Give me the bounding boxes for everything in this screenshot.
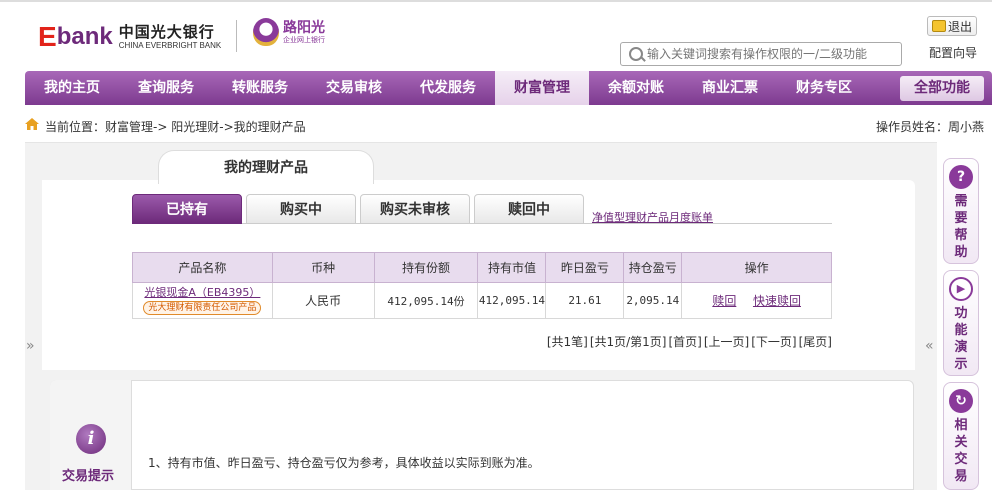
table-header-row: 产品名称 币种 持有份额 持有市值 昨日盈亏 持仓盈亏 操作 [132, 252, 832, 283]
col-position-pnl: 持仓盈亏 [623, 252, 683, 283]
product-issuer-badge: 光大理财有限责任公司产品 [143, 301, 262, 315]
search-input[interactable] [647, 47, 901, 61]
tab-redeeming[interactable]: 赎回中 [474, 194, 584, 224]
tab-purchasing[interactable]: 购买中 [246, 194, 356, 224]
bank-name-cn: 中国光大银行 [118, 23, 215, 41]
nav-item-query[interactable]: 查询服务 [119, 71, 213, 105]
col-product-name: 产品名称 [132, 252, 273, 283]
pager-next-button[interactable]: [下一页] [751, 333, 796, 350]
logout-icon [931, 20, 946, 32]
tab-holding[interactable]: 已持有 [132, 194, 242, 224]
nav-item-reconcile[interactable]: 余额对账 [589, 71, 683, 105]
operator-name: 周小燕 [947, 120, 984, 134]
search-box[interactable] [620, 42, 902, 66]
tips-label: 交易提示 [62, 469, 115, 484]
breadcrumb-separator: -> [219, 120, 234, 134]
sub-brand-logo: 路阳光 企业网上银行 [253, 18, 325, 46]
nav-item-wealth[interactable]: 财富管理 [495, 71, 589, 105]
bank-name-en: CHINA EVERBRIGHT BANK [118, 41, 222, 50]
cell-currency: 人民币 [271, 282, 375, 319]
sub-brand-text: 路阳光 企业网上银行 [283, 20, 325, 45]
pager-total: [共1笔] [546, 335, 588, 349]
side-panel: ? 需要帮助 ▶ 功能演示 ↻ 相关交易 [943, 150, 981, 490]
nav-item-transfer[interactable]: 转账服务 [213, 71, 307, 105]
header: E bank 中国光大银行 CHINA EVERBRIGHT BANK 路阳光 … [0, 0, 992, 70]
search-icon[interactable] [629, 47, 643, 61]
sub-brand-name: 路阳光 [283, 19, 325, 36]
help-button[interactable]: ? 需要帮助 [943, 158, 979, 264]
related-label: 相关交易 [954, 418, 968, 484]
play-icon: ▶ [949, 277, 973, 301]
col-market-value: 持有市值 [477, 252, 547, 283]
redeem-link[interactable]: 赎回 [712, 294, 736, 308]
tips-text: 1、持有市值、昨日盈亏、持仓盈亏仅为参考，具体收益以实际到账为准。 [148, 456, 540, 470]
pager-prev-button[interactable]: [上一页] [704, 333, 749, 350]
logo-bank-text: bank [56, 23, 113, 50]
logout-label: 退出 [947, 19, 972, 34]
breadcrumb-item-wealth[interactable]: 财富管理 [105, 120, 153, 134]
nav-item-payroll[interactable]: 代发服务 [401, 71, 495, 105]
breadcrumb-prefix: 当前位置： [45, 120, 106, 134]
operator-info: 操作员姓名：周小燕 [876, 118, 984, 135]
nav-item-bills[interactable]: 商业汇票 [683, 71, 777, 105]
page-title: 我的理财产品 [158, 150, 374, 184]
breadcrumb-item-sunshine[interactable]: 阳光理财 [171, 120, 219, 134]
cell-market-value: 412,095.14 [477, 282, 547, 319]
monthly-statement-link[interactable]: 净值型理财产品月度账单 [592, 209, 713, 225]
info-icon: i [76, 424, 106, 454]
logo-divider [236, 20, 237, 52]
cell-yesterday-pnl: 21.61 [545, 282, 625, 319]
operator-label: 操作员姓名： [875, 120, 948, 134]
expand-left-arrow-icon[interactable]: » [26, 338, 35, 354]
cell-product-name: 光银现金A（EB4395） 光大理财有限责任公司产品 [132, 282, 273, 319]
logo-name-block: 中国光大银行 CHINA EVERBRIGHT BANK [119, 23, 222, 51]
col-operation: 操作 [681, 252, 832, 283]
breadcrumb-item-current: 我的理财产品 [233, 120, 306, 134]
breadcrumb-bar: 当前位置：财富管理-> 阳光理财->我的理财产品 操作员姓名：周小燕 [0, 106, 992, 142]
col-yesterday-pnl: 昨日盈亏 [545, 252, 625, 283]
cell-shares: 412,095.14份 [373, 282, 479, 319]
nav-item-finance[interactable]: 财务专区 [777, 71, 871, 105]
logo-e-mark: E [38, 21, 57, 52]
sub-tabs: 已持有 购买中 购买未审核 赎回中 [132, 194, 832, 224]
tab-purchase-unaudited[interactable]: 购买未审核 [360, 194, 470, 224]
pager-pages: [共1页/第1页] [589, 335, 667, 349]
nav-item-home[interactable]: 我的主页 [25, 71, 119, 105]
col-shares: 持有份额 [373, 252, 479, 283]
help-label: 需要帮助 [954, 194, 968, 260]
sub-brand-desc: 企业网上银行 [283, 35, 325, 44]
help-icon: ? [949, 165, 973, 189]
breadcrumb-separator: -> [153, 120, 168, 134]
sub-brand-emblem-icon [253, 18, 279, 46]
pagination: [共1笔] [共1页/第1页] [首页] [上一页] [下一页] [尾页] [545, 333, 832, 350]
nav-item-audit[interactable]: 交易审核 [307, 71, 401, 105]
demo-label: 功能演示 [954, 306, 968, 372]
breadcrumb: 当前位置：财富管理-> 阳光理财->我的理财产品 [45, 118, 306, 135]
col-currency: 币种 [271, 252, 375, 283]
product-table: 产品名称 币种 持有份额 持有市值 昨日盈亏 持仓盈亏 操作 光银现金A（EB4… [132, 252, 832, 319]
pager-last-button[interactable]: [尾页] [799, 333, 832, 350]
bank-logo[interactable]: E bank 中国光大银行 CHINA EVERBRIGHT BANK [38, 20, 221, 54]
demo-button[interactable]: ▶ 功能演示 [943, 270, 979, 376]
refresh-icon: ↻ [949, 389, 973, 413]
table-row: 光银现金A（EB4395） 光大理财有限责任公司产品 人民币 412,095.1… [132, 282, 832, 319]
related-button[interactable]: ↻ 相关交易 [943, 382, 979, 490]
product-name-link[interactable]: 光银现金A（EB4395） [133, 286, 272, 299]
logout-button[interactable]: 退出 [927, 16, 977, 36]
cell-position-pnl: 2,095.14 [623, 282, 683, 319]
all-functions-button[interactable]: 全部功能 [900, 76, 984, 101]
pager-first-button[interactable]: [首页] [669, 333, 702, 350]
quick-redeem-link[interactable]: 快速赎回 [753, 294, 801, 308]
cell-operation: 赎回 快速赎回 [681, 282, 832, 319]
main-nav: 我的主页 查询服务 转账服务 交易审核 代发服务 财富管理 余额对账 商业汇票 … [25, 71, 992, 105]
tips-box [50, 380, 914, 490]
config-guide-link[interactable]: 配置向导 [929, 44, 977, 61]
collapse-right-arrow-icon[interactable]: « [925, 338, 934, 354]
home-icon [25, 118, 39, 130]
